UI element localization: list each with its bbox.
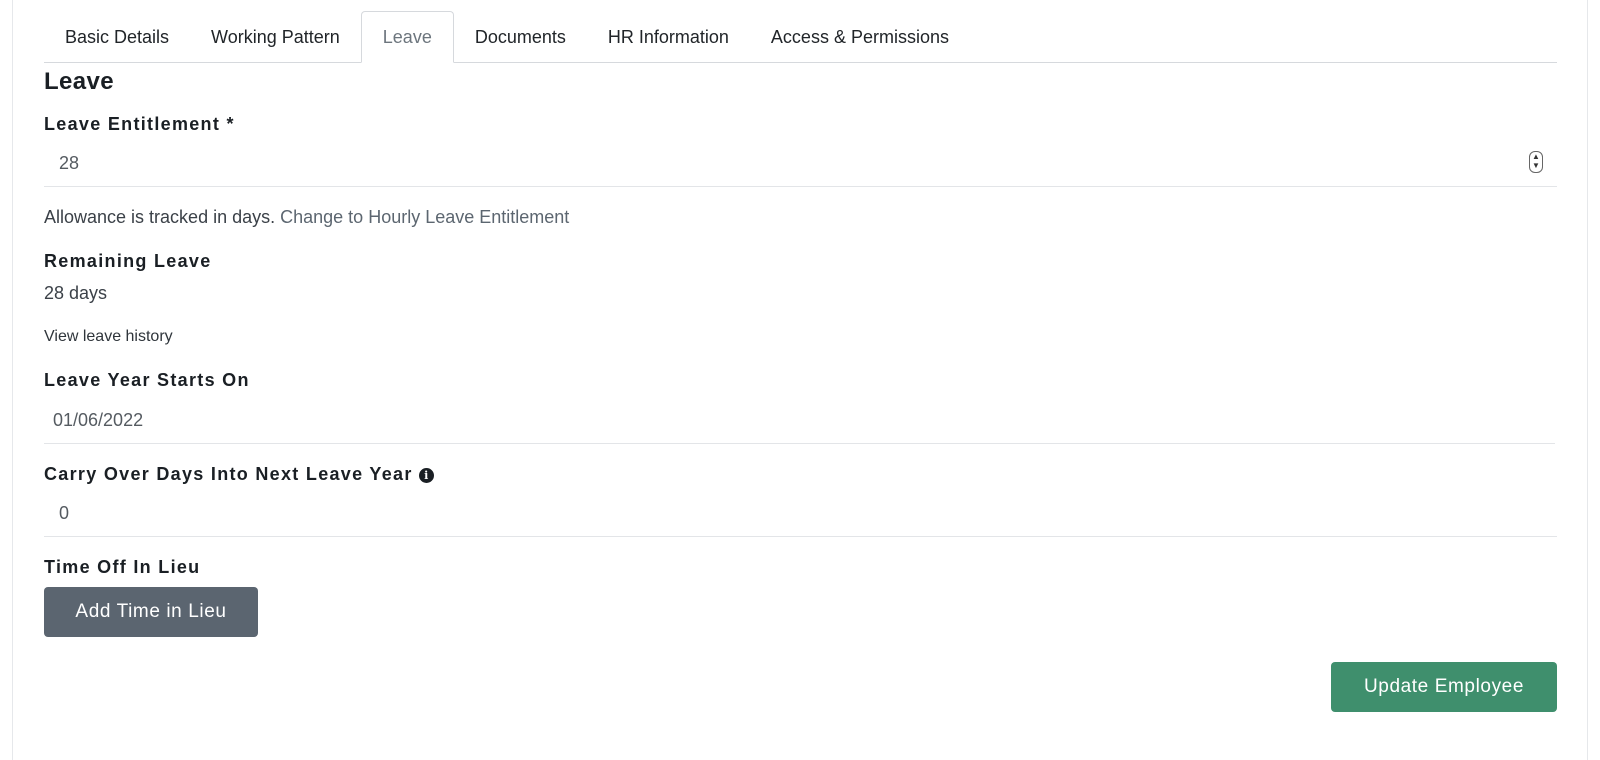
tab-access-permissions[interactable]: Access & Permissions <box>750 12 970 62</box>
tab-documents[interactable]: Documents <box>454 12 587 62</box>
change-to-hourly-link[interactable]: Change to Hourly Leave Entitlement <box>280 207 569 227</box>
view-leave-history-link[interactable]: View leave history <box>44 328 173 346</box>
allowance-text: Allowance is tracked in days. Change to … <box>44 207 569 228</box>
tab-leave[interactable]: Leave <box>360 11 454 63</box>
tab-hr-information[interactable]: HR Information <box>587 12 750 62</box>
add-time-in-lieu-button[interactable]: Add Time in Lieu <box>44 587 258 637</box>
leave-entitlement-value: 28 <box>59 153 80 173</box>
info-icon[interactable]: i <box>418 468 434 483</box>
leave-year-label: Leave Year Starts On <box>44 370 250 390</box>
carry-over-input[interactable]: 0 <box>44 491 1557 537</box>
leave-entitlement-label: Leave Entitlement * <box>44 114 235 134</box>
carry-over-label-text: Carry Over Days Into Next Leave Year <box>44 464 413 484</box>
allowance-description: Allowance is tracked in days. <box>44 207 276 227</box>
tab-bar: Basic Details Working Pattern Leave Docu… <box>44 11 1557 63</box>
section-title: Leave <box>44 68 115 95</box>
update-employee-button[interactable]: Update Employee <box>1331 662 1557 712</box>
tab-basic-details[interactable]: Basic Details <box>44 12 190 62</box>
leave-entitlement-input[interactable]: 28 ▲ ▼ <box>44 141 1557 187</box>
tab-working-pattern[interactable]: Working Pattern <box>190 12 361 62</box>
carry-over-value: 0 <box>59 503 70 523</box>
remaining-leave-label: Remaining Leave <box>44 251 212 271</box>
leave-year-value: 01/06/2022 <box>53 410 144 430</box>
number-spinner-icon[interactable]: ▲ ▼ <box>1529 151 1543 173</box>
leave-year-input[interactable]: 01/06/2022 <box>44 398 1555 444</box>
carry-over-label: Carry Over Days Into Next Leave Year i <box>44 464 434 485</box>
remaining-leave-value: 28 days <box>44 283 108 303</box>
toil-label: Time Off In Lieu <box>44 557 201 577</box>
